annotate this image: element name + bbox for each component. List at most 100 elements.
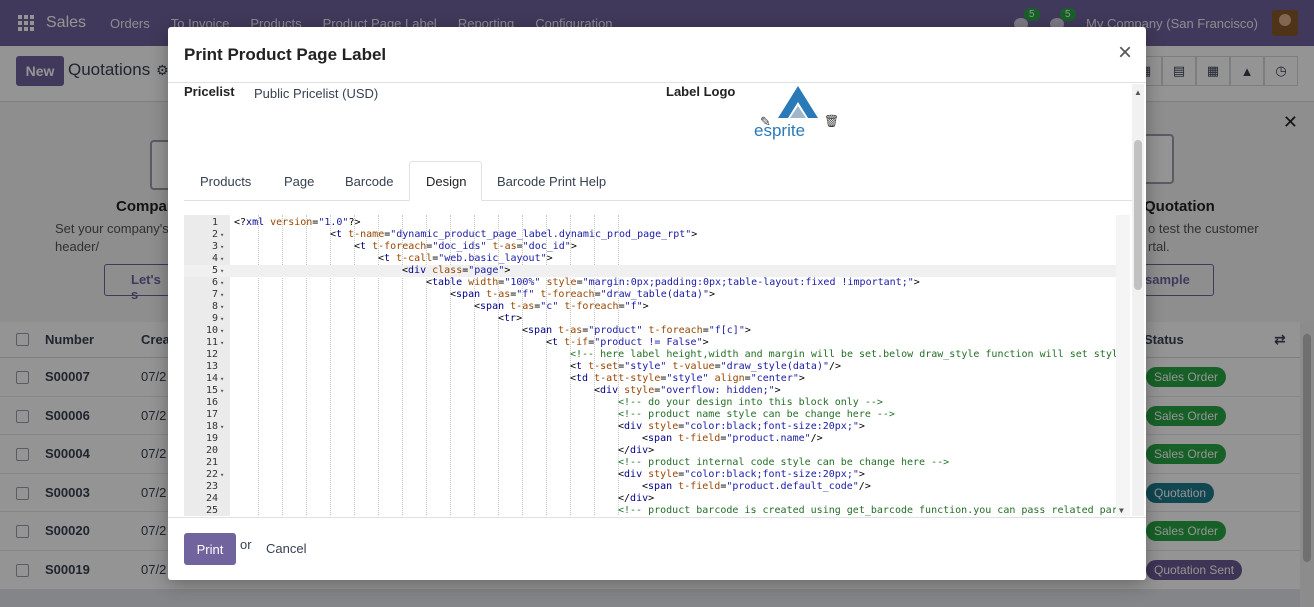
code-line[interactable]: 6 ▾ <table width="100%" style="margin:0px;… — [184, 277, 1130, 289]
code-text: <t t-set="style" t-value="draw_style(dat… — [570, 361, 842, 372]
cancel-button[interactable]: Cancel — [266, 541, 306, 556]
close-icon[interactable]: × — [1118, 41, 1132, 65]
tab-page[interactable]: Page — [268, 161, 330, 201]
code-text: <div style="color:black;font-size:20px;"… — [618, 421, 865, 432]
code-text: </div> — [618, 493, 655, 504]
code-text: <span t-as="product" t-foreach="f[c]"> — [522, 325, 751, 336]
code-line[interactable]: 21 <!-- product internal code style can b… — [184, 457, 1130, 469]
code-line[interactable]: 1 <?xml version="1.0"?> — [184, 217, 1130, 229]
fold-chevron-icon[interactable]: ▾ — [220, 325, 228, 337]
dialog-body: Pricelist Public Pricelist (USD) Label L… — [168, 84, 1146, 516]
trash-icon[interactable]: 🗑 — [824, 114, 839, 128]
dialog-body-scrollbar[interactable]: ▲ — [1132, 84, 1144, 516]
dialog-header: Print Product Page Label × — [168, 27, 1146, 83]
code-line[interactable]: 19 <span t-field="product.name"/> — [184, 433, 1130, 445]
line-number: 14 — [205, 373, 218, 384]
label-logo-label: Label Logo — [666, 84, 736, 99]
code-line[interactable]: 10 ▾ <span t-as="product" t-foreach="f[c]"… — [184, 325, 1130, 337]
fold-chevron-icon[interactable]: ▾ — [220, 373, 228, 385]
fold-chevron-icon[interactable]: ▾ — [220, 277, 228, 289]
dialog-tabs: Products Page Barcode Design Barcode Pri… — [184, 161, 1132, 201]
dialog-footer: Print or Cancel — [168, 517, 1146, 580]
line-number: 6 — [211, 277, 218, 288]
line-number: 21 — [205, 457, 218, 468]
code-line[interactable]: 9 ▾ <tr> — [184, 313, 1130, 325]
fold-chevron-icon[interactable]: ▾ — [220, 313, 228, 325]
code-text: </div> — [618, 445, 655, 456]
line-number: 1 — [211, 217, 218, 228]
code-line[interactable]: 3 ▾ <t t-foreach="doc_ids" t-as="doc_id"> — [184, 241, 1130, 253]
pricelist-label: Pricelist — [184, 84, 235, 99]
code-text: <table width="100%" style="margin:0px;pa… — [426, 277, 920, 288]
code-text: <tr> — [498, 313, 523, 324]
line-number: 5 — [211, 265, 218, 276]
line-number: 19 — [205, 433, 218, 444]
editor-scrollbar[interactable]: ▼ — [1116, 215, 1130, 516]
code-line[interactable]: 16 <!-- do your design into this block on… — [184, 397, 1130, 409]
code-text: <!-- product internal code style can be … — [618, 457, 950, 468]
xml-code-editor[interactable]: 1 <?xml version="1.0"?> 2 ▾ <t t-name="dynam… — [184, 215, 1130, 516]
line-number: 23 — [205, 481, 218, 492]
dialog-title: Print Product Page Label — [184, 45, 387, 64]
line-number: 4 — [211, 253, 218, 264]
code-line[interactable]: 8 ▾ <span t-as="c" t-foreach="f"> — [184, 301, 1130, 313]
code-line[interactable]: 20 </div> — [184, 445, 1130, 457]
fold-chevron-icon[interactable]: ▾ — [220, 253, 228, 265]
code-line[interactable]: 12 <!-- here label height,width and margi… — [184, 349, 1130, 361]
fold-chevron-icon[interactable]: ▾ — [220, 337, 228, 349]
code-line[interactable]: 22 ▾ <div style="color:black;font-size:20p… — [184, 469, 1130, 481]
pricelist-field[interactable]: Public Pricelist (USD) — [254, 86, 378, 101]
code-line[interactable]: 7 ▾ <span t-as="f" t-foreach="draw_table(d… — [184, 289, 1130, 301]
code-line[interactable]: 17 <!-- product name style can be change … — [184, 409, 1130, 421]
code-text: <span t-field="product.name"/> — [642, 433, 823, 444]
print-label-dialog: Print Product Page Label × Pricelist Pub… — [168, 27, 1146, 580]
line-number: 15 — [205, 385, 218, 396]
line-number: 24 — [205, 493, 218, 504]
code-text: <t t-call="web.basic_layout"> — [378, 253, 553, 264]
fold-chevron-icon[interactable]: ▾ — [220, 229, 228, 241]
code-text: <td t-att-style="style" align="center"> — [570, 373, 805, 384]
line-number: 25 — [205, 505, 218, 516]
fold-chevron-icon[interactable]: ▾ — [220, 301, 228, 313]
tab-design[interactable]: Design — [409, 161, 482, 201]
code-text: <!-- product barcode is created using ge… — [618, 505, 1118, 516]
line-number: 12 — [205, 349, 218, 360]
code-line[interactable]: 23 <span t-field="product.default_code"/> — [184, 481, 1130, 493]
line-number: 10 — [205, 325, 218, 336]
fold-chevron-icon[interactable]: ▾ — [220, 241, 228, 253]
tab-barcode-print-help[interactable]: Barcode Print Help — [481, 161, 622, 201]
code-text: <div style="overflow: hidden;"> — [594, 385, 781, 396]
line-number: 20 — [205, 445, 218, 456]
print-button[interactable]: Print — [184, 533, 236, 565]
line-number: 11 — [205, 337, 218, 348]
code-line[interactable]: 5 ▾ <div class="page"> — [184, 265, 1130, 277]
code-line[interactable]: 4 ▾ <t t-call="web.basic_layout"> — [184, 253, 1130, 265]
code-text: <t t-name="dynamic_product_page_label.dy… — [330, 229, 698, 240]
code-line[interactable]: 11 ▾ <t t-if="product != False"> — [184, 337, 1130, 349]
code-line[interactable]: 18 ▾ <div style="color:black;font-size:20p… — [184, 421, 1130, 433]
fold-chevron-icon[interactable]: ▾ — [220, 469, 228, 481]
edit-pencil-icon[interactable]: ✎ — [760, 114, 771, 130]
fold-chevron-icon[interactable]: ▾ — [220, 385, 228, 397]
code-line[interactable]: 14 ▾ <td t-att-style="style" align="center… — [184, 373, 1130, 385]
code-line[interactable]: 25 <!-- product barcode is created using … — [184, 505, 1130, 516]
fold-chevron-icon[interactable]: ▾ — [220, 265, 228, 277]
code-line[interactable]: 13 <t t-set="style" t-value="draw_style(d… — [184, 361, 1130, 373]
fold-chevron-icon[interactable]: ▾ — [220, 289, 228, 301]
code-line[interactable]: 15 ▾ <div style="overflow: hidden;"> — [184, 385, 1130, 397]
code-text: <div style="color:black;font-size:20px;"… — [618, 469, 865, 480]
line-number: 3 — [211, 241, 218, 252]
code-line[interactable]: 24 </div> — [184, 493, 1130, 505]
or-text: or — [240, 537, 252, 552]
code-line[interactable]: 2 ▾ <t t-name="dynamic_product_page_label.… — [184, 229, 1130, 241]
code-text: <!-- product name style can be change he… — [618, 409, 895, 420]
tab-products[interactable]: Products — [184, 161, 267, 201]
code-text: <span t-as="f" t-foreach="draw_table(dat… — [450, 289, 715, 300]
fold-chevron-icon[interactable]: ▾ — [220, 421, 228, 433]
code-text: <!-- do your design into this block only… — [618, 397, 883, 408]
code-text: <t t-if="product != False"> — [546, 337, 709, 348]
line-number: 8 — [211, 301, 218, 312]
line-number: 9 — [211, 313, 218, 324]
code-text: <?xml version="1.0"?> — [234, 217, 361, 228]
tab-barcode[interactable]: Barcode — [329, 161, 409, 201]
